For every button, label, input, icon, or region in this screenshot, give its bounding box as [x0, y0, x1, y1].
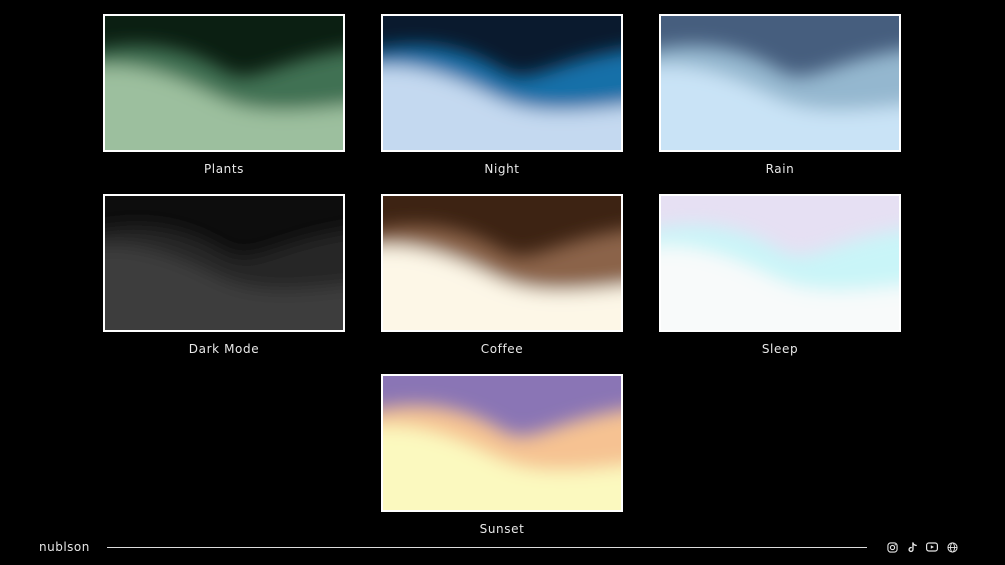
- social-links: [886, 541, 958, 553]
- theme-gallery-page: Plants Night Rain Dark Mode Coffee Sleep…: [0, 0, 1005, 565]
- theme-label-sunset: Sunset: [479, 522, 525, 536]
- theme-preview-plants[interactable]: [103, 14, 345, 152]
- theme-label-rain: Rain: [765, 162, 795, 176]
- theme-tile-sunset[interactable]: Sunset: [381, 374, 623, 560]
- theme-tile-night[interactable]: Night: [381, 14, 623, 200]
- theme-tile-sleep[interactable]: Sleep: [659, 194, 901, 380]
- theme-label-night: Night: [484, 162, 520, 176]
- instagram-icon[interactable]: [886, 541, 898, 553]
- theme-label-coffee: Coffee: [480, 342, 524, 356]
- brand-link[interactable]: nublson: [39, 540, 90, 554]
- theme-label-plants: Plants: [203, 162, 245, 176]
- footer: nublson: [0, 536, 1005, 560]
- theme-preview-sleep[interactable]: [659, 194, 901, 332]
- theme-preview-sunset[interactable]: [381, 374, 623, 512]
- theme-tile-plants[interactable]: Plants: [103, 14, 345, 200]
- theme-tile-rain[interactable]: Rain: [659, 14, 901, 200]
- theme-preview-rain[interactable]: [659, 14, 901, 152]
- globe-icon[interactable]: [946, 541, 958, 553]
- youtube-icon[interactable]: [926, 541, 938, 553]
- theme-preview-dark-mode[interactable]: [103, 194, 345, 332]
- theme-tile-dark-mode[interactable]: Dark Mode: [103, 194, 345, 380]
- theme-preview-night[interactable]: [381, 14, 623, 152]
- footer-divider: [107, 547, 867, 548]
- theme-preview-coffee[interactable]: [381, 194, 623, 332]
- theme-tile-coffee[interactable]: Coffee: [381, 194, 623, 380]
- tiktok-icon[interactable]: [906, 541, 918, 553]
- theme-label-sleep: Sleep: [761, 342, 799, 356]
- theme-label-dark-mode: Dark Mode: [188, 342, 260, 356]
